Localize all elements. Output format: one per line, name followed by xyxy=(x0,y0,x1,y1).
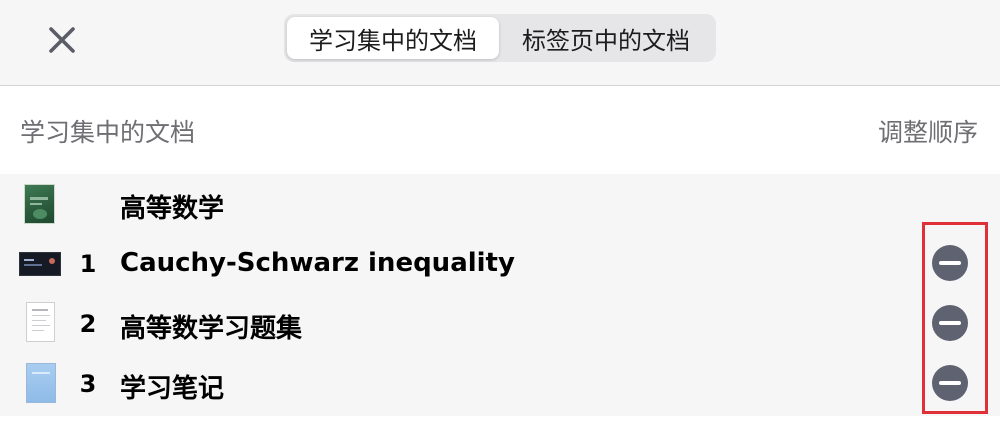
minus-icon xyxy=(939,261,961,265)
document-list: 高等数学 1 Cauchy-Schwarz inequality 2 高等数学习… xyxy=(0,174,1000,416)
remove-button[interactable] xyxy=(932,365,968,401)
item-index: 2 xyxy=(79,310,97,338)
section-title: 学习集中的文档 xyxy=(20,118,196,147)
tab-tab-page-documents[interactable]: 标签页中的文档 xyxy=(499,17,713,59)
minus-icon xyxy=(939,321,961,325)
item-index: 1 xyxy=(79,250,97,278)
list-item[interactable]: 1 Cauchy-Schwarz inequality xyxy=(0,234,1000,293)
list-item[interactable]: 2 高等数学习题集 xyxy=(0,294,1000,353)
top-bar: 学习集中的文档 标签页中的文档 xyxy=(0,0,1000,86)
minus-icon xyxy=(939,381,961,385)
blue-notebook-thumbnail xyxy=(26,363,56,403)
reorder-button[interactable]: 调整顺序 xyxy=(878,113,978,149)
list-item[interactable]: 3 学习笔记 xyxy=(0,354,1000,413)
remove-button[interactable] xyxy=(932,305,968,341)
item-title: Cauchy-Schwarz inequality xyxy=(120,248,515,278)
white-document-page-thumbnail xyxy=(26,302,55,342)
list-item[interactable]: 高等数学 xyxy=(0,174,1000,233)
item-title: 高等数学习题集 xyxy=(120,314,303,344)
remove-button[interactable] xyxy=(932,245,968,281)
close-icon xyxy=(49,27,75,53)
green-book-cover-thumbnail xyxy=(24,184,55,224)
item-title: 学习笔记 xyxy=(120,374,225,404)
segmented-control: 学习集中的文档 标签页中的文档 xyxy=(284,14,716,62)
close-button[interactable] xyxy=(40,18,84,62)
tab-study-set-documents[interactable]: 学习集中的文档 xyxy=(287,17,499,59)
section-header: 学习集中的文档 调整顺序 xyxy=(0,87,1000,173)
item-index: 3 xyxy=(79,370,97,398)
item-title: 高等数学 xyxy=(120,194,225,224)
dark-video-frame-thumbnail xyxy=(19,252,61,276)
